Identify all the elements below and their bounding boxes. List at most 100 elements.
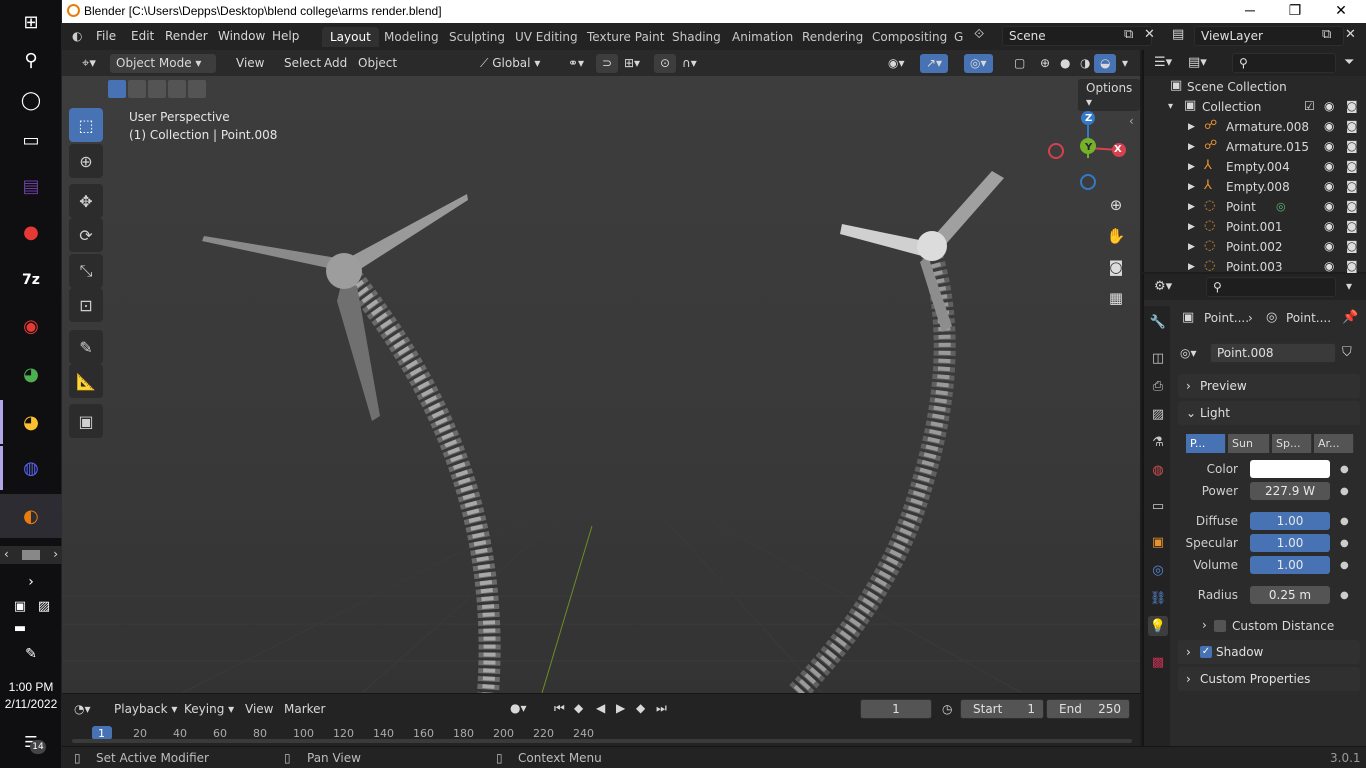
scroll-thumb[interactable] <box>22 550 40 560</box>
marker-menu[interactable]: Marker <box>284 702 325 716</box>
gizmo-toggle-icon[interactable]: ↗▾ <box>920 54 949 73</box>
sidebar-toggle-icon[interactable]: ‹ <box>1129 114 1134 128</box>
radius-keyframe-dot[interactable]: ● <box>1340 590 1349 601</box>
grid-perspective-icon[interactable]: ▦ <box>1102 284 1130 312</box>
view-layer-tab-icon[interactable]: ▨ <box>1148 404 1168 424</box>
search-icon[interactable]: ⚲ <box>15 44 47 76</box>
tab-shading[interactable]: Shading <box>664 27 729 47</box>
3d-viewport[interactable]: Options ▾ User Perspective (1) Collectio… <box>62 76 1140 693</box>
play-reverse-icon[interactable]: ◀ <box>596 701 605 715</box>
eye-icon[interactable]: ◉ <box>1324 119 1334 133</box>
tab-layout[interactable]: Layout <box>322 27 379 47</box>
move-tool[interactable]: ✥ <box>69 184 103 218</box>
select-box-tool[interactable]: ⬚ <box>69 108 103 142</box>
proportional-edit-icon[interactable]: ⊙ <box>654 54 677 73</box>
discord-icon[interactable]: ◍ <box>0 446 47 490</box>
color-keyframe-dot[interactable]: ● <box>1340 464 1349 475</box>
volume-field[interactable]: 1.00 <box>1250 556 1330 574</box>
eye-icon[interactable]: ◉ <box>1324 219 1334 233</box>
clock-date[interactable]: 2/11/2022 <box>0 697 62 711</box>
orientation-dropdown[interactable]: ⟋ Global ▾ <box>474 54 554 73</box>
chevron-right-icon[interactable]: ▶ <box>1188 142 1195 152</box>
pan-hand-icon[interactable]: ✋ <box>1102 222 1130 250</box>
breadcrumb-object[interactable]: Point.... <box>1204 311 1249 325</box>
light-data-tab-icon[interactable]: 💡 <box>1148 616 1168 636</box>
clock-time[interactable]: 1:00 PM <box>0 680 62 694</box>
next-keyframe-icon[interactable]: ◆ <box>636 701 645 715</box>
properties-options-icon[interactable]: ▾ <box>1346 279 1352 293</box>
chevron-left-icon[interactable]: ‹ <box>4 547 9 561</box>
expand-icon[interactable]: ▾ <box>1168 101 1173 112</box>
eye-icon[interactable]: ◉ <box>1324 239 1334 253</box>
collection-row[interactable]: ▾ ▣ Collection ☑ ◉ ◙ <box>1144 97 1366 117</box>
chevron-right-icon[interactable]: › <box>53 547 58 561</box>
light-panel-header[interactable]: ⌄ Light <box>1178 401 1360 425</box>
winrar-icon[interactable]: ▤ <box>15 170 47 202</box>
autokey-icon[interactable]: ●▾ <box>510 701 527 715</box>
pin-icon[interactable]: 📌 <box>1342 310 1358 325</box>
viewlayer-icon[interactable]: ▤ <box>1172 27 1184 42</box>
outliner-item[interactable]: ▶ ◌ Point.002 ◉ ◙ <box>1144 237 1366 257</box>
eye-icon[interactable]: ◉ <box>1324 259 1334 273</box>
camera-render-icon[interactable]: ◙ <box>1346 139 1358 153</box>
mode-dropdown[interactable]: Object Mode ▾ <box>110 54 216 73</box>
menu-object[interactable]: Object <box>352 54 403 73</box>
remove-viewlayer-icon[interactable]: ✕ <box>1345 27 1356 42</box>
camera-render-icon[interactable]: ◙ <box>1346 199 1358 213</box>
menu-window[interactable]: Window <box>218 29 265 43</box>
restore-button[interactable]: ❐ <box>1287 2 1303 18</box>
camera-icon[interactable]: ◙ <box>1102 253 1130 281</box>
light-type-sun[interactable]: Sun <box>1228 434 1270 453</box>
fake-user-icon[interactable]: ⛉ <box>1342 345 1352 360</box>
pen-icon[interactable]: ✎ <box>15 638 47 670</box>
snap-target-icon[interactable]: ⊞▾ <box>618 54 646 73</box>
snap-icon[interactable]: ⊃ <box>596 54 619 73</box>
pivot-icon[interactable]: ⚭▾ <box>562 54 590 73</box>
timeline-view-menu[interactable]: View <box>245 702 273 716</box>
scale-tool[interactable]: ⤡ <box>69 254 103 288</box>
measure-tool[interactable]: 📐 <box>69 364 103 398</box>
chevron-right-icon[interactable]: ▶ <box>1188 262 1195 272</box>
eye-icon[interactable]: ◉ <box>1324 199 1334 213</box>
radius-field[interactable]: 0.25 m <box>1250 586 1330 604</box>
shading-options-icon[interactable]: ▾ <box>1116 54 1134 73</box>
7zip-icon[interactable]: 7z <box>15 264 47 296</box>
properties-search[interactable]: ⚲ <box>1206 277 1336 297</box>
tray-icon-b[interactable]: ▨ <box>32 590 56 622</box>
app-red-icon[interactable]: ● <box>15 216 47 248</box>
xray-icon[interactable]: ▢ <box>1008 54 1031 73</box>
camera-render-icon[interactable]: ◙ <box>1346 179 1358 193</box>
chevron-right-icon[interactable]: › <box>1202 618 1207 632</box>
menu-view[interactable]: View <box>230 54 270 73</box>
texture-tab-icon[interactable]: ▩ <box>1148 652 1168 672</box>
play-icon[interactable]: ▶ <box>616 701 625 715</box>
custom-properties-header[interactable]: › Custom Properties <box>1178 667 1360 691</box>
collection-tab-icon[interactable]: ▭ <box>1148 496 1168 516</box>
windows-start-icon[interactable]: ⊞ <box>15 6 47 38</box>
menu-render[interactable]: Render <box>165 29 208 43</box>
scene-collection-row[interactable]: ▣ Scene Collection <box>1144 77 1366 97</box>
power-field[interactable]: 227.9 W <box>1250 482 1330 500</box>
jump-end-icon[interactable]: ⏭ <box>656 701 667 716</box>
blender-menu-icon[interactable]: ◐ <box>72 29 82 43</box>
outliner-search[interactable]: ⚲ <box>1232 53 1336 73</box>
end-frame-field[interactable]: End 250 <box>1046 699 1130 719</box>
outliner-item[interactable]: ▶ ◌ Point ◎ ◉ ◙ <box>1144 197 1366 217</box>
custom-distance-checkbox[interactable] <box>1214 620 1226 632</box>
timeline-editor-icon[interactable]: ◔▾ <box>74 702 91 716</box>
blender-taskbar-icon[interactable]: ◐ <box>0 494 62 538</box>
volume-keyframe-dot[interactable]: ● <box>1340 560 1349 571</box>
outliner-item[interactable]: ▶ ☍ Armature.015 ◉ ◙ <box>1144 137 1366 157</box>
chevron-right-icon[interactable]: ▶ <box>1188 122 1195 132</box>
minimize-button[interactable]: ─ <box>1242 2 1258 18</box>
annotate-tool[interactable]: ✎ <box>69 330 103 364</box>
power-keyframe-dot[interactable]: ● <box>1340 486 1349 497</box>
tool-tab-icon[interactable]: 🔧 <box>1148 312 1168 332</box>
cursor-tool[interactable]: ⊕ <box>69 144 103 178</box>
specular-keyframe-dot[interactable]: ● <box>1340 538 1349 549</box>
tab-animation[interactable]: Animation <box>724 27 801 47</box>
playback-menu[interactable]: Playback ▾ <box>114 702 177 716</box>
eye-icon[interactable]: ◉ <box>1324 99 1334 113</box>
falloff-icon[interactable]: ∩▾ <box>676 54 703 73</box>
record-icon[interactable]: ◉ <box>15 310 47 342</box>
